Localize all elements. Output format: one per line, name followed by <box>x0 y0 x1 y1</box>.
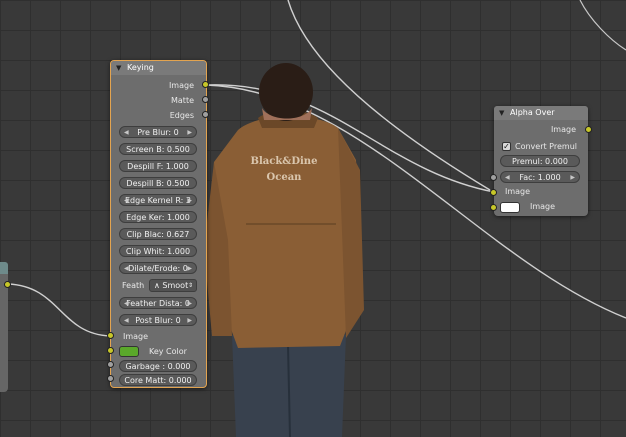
edge-kernel-tolerance-field[interactable]: Edge Ker: 1.000 <box>119 211 197 223</box>
feather-falloff-label: Feath <box>122 281 145 290</box>
edge-kernel-radius-field[interactable]: ◀ Edge Kernel R: 3 ▶ <box>119 194 197 206</box>
keying-input-core-socket[interactable] <box>107 375 114 382</box>
alpha-over-input-image-2-socket[interactable] <box>490 204 497 211</box>
garbage-matte-field[interactable]: Garbage : 0.000 <box>119 360 197 372</box>
keying-node[interactable]: ▼ Keying Image Matte Edges ◀ Pre Blur: 0… <box>110 60 207 388</box>
increment-arrow-icon[interactable]: ▶ <box>187 315 192 327</box>
alpha-over-output-socket[interactable] <box>585 126 592 133</box>
alpha-over-input-image-1-label: Image <box>505 187 531 196</box>
collapse-arrow-icon[interactable]: ▼ <box>116 61 121 75</box>
increment-arrow-icon[interactable]: ▶ <box>187 195 192 207</box>
fac-field[interactable]: ◀ Fac: 1.000 ▶ <box>500 171 580 183</box>
keyed-person-image <box>204 63 364 437</box>
keying-input-image-socket[interactable] <box>107 332 114 339</box>
head-shape <box>259 63 313 121</box>
convert-premul-checkbox[interactable]: ✓ <box>502 142 511 151</box>
keying-output-edges-socket[interactable] <box>202 111 209 118</box>
clip-black-field[interactable]: Clip Blac: 0.627 <box>119 228 197 240</box>
jacket-shape <box>210 116 360 348</box>
alpha-over-input-image-2-label: Image <box>530 202 556 211</box>
image-2-color-swatch[interactable] <box>500 202 520 213</box>
increment-arrow-icon[interactable]: ▶ <box>187 298 192 310</box>
alpha-over-fac-socket[interactable] <box>490 174 497 181</box>
premul-field[interactable]: Premul: 0.000 <box>500 155 580 167</box>
feather-falloff-dropdown[interactable]: ∧ Smoot ⇕ <box>149 279 197 292</box>
dropdown-arrows-icon: ⇕ <box>187 282 193 289</box>
output-edges-label: Edges <box>169 111 194 120</box>
output-image-label: Image <box>168 81 194 90</box>
key-color-label: Key Color <box>149 347 187 356</box>
dilate-erode-field[interactable]: ◀ Dilate/Erode: 0 ▶ <box>119 262 197 274</box>
shirt-print: Black&Dine Ocean <box>250 156 318 183</box>
decrement-arrow-icon[interactable]: ◀ <box>124 127 129 139</box>
screen-balance-field[interactable]: Screen B: 0.500 <box>119 143 197 155</box>
clip-white-field[interactable]: Clip Whit: 1.000 <box>119 245 197 257</box>
collapse-arrow-icon[interactable]: ▼ <box>499 106 504 120</box>
alpha-over-node[interactable]: ▼ Alpha Over Image ✓ Convert Premul Prem… <box>494 106 588 216</box>
despill-factor-field[interactable]: Despill F: 1.000 <box>119 160 197 172</box>
output-matte-label: Matte <box>171 96 194 105</box>
decrement-arrow-icon[interactable]: ◀ <box>124 263 129 275</box>
keying-node-header[interactable]: ▼ Keying <box>111 61 206 75</box>
alpha-over-input-image-1-socket[interactable] <box>490 189 497 196</box>
keying-input-keycolor-socket[interactable] <box>107 347 114 354</box>
keying-output-matte-socket[interactable] <box>202 96 209 103</box>
pre-blur-field[interactable]: ◀ Pre Blur: 0 ▶ <box>119 126 197 138</box>
post-blur-field[interactable]: ◀ Post Blur: 0 ▶ <box>119 314 197 326</box>
increment-arrow-icon[interactable]: ▶ <box>570 172 575 184</box>
keying-input-garbage-socket[interactable] <box>107 361 114 368</box>
keying-output-image-socket[interactable] <box>202 81 209 88</box>
increment-arrow-icon[interactable]: ▶ <box>187 127 192 139</box>
keying-node-title: Keying <box>127 63 154 72</box>
decrement-arrow-icon[interactable]: ◀ <box>124 298 129 310</box>
decrement-arrow-icon[interactable]: ◀ <box>124 315 129 327</box>
alpha-over-node-title: Alpha Over <box>510 108 555 117</box>
increment-arrow-icon[interactable]: ▶ <box>187 263 192 275</box>
input-image-label: Image <box>123 332 149 341</box>
despill-balance-field[interactable]: Despill B: 0.500 <box>119 177 197 189</box>
decrement-arrow-icon[interactable]: ◀ <box>505 172 510 184</box>
feather-distance-field[interactable]: ◀ Feather Dista: 0 ▶ <box>119 297 197 309</box>
core-matte-field[interactable]: Core Matt: 0.000 <box>119 374 197 386</box>
alpha-over-output-label: Image <box>550 125 576 134</box>
alpha-over-node-header[interactable]: ▼ Alpha Over <box>494 106 588 120</box>
convert-premul-label: Convert Premul <box>515 142 577 151</box>
decrement-arrow-icon[interactable]: ◀ <box>124 195 129 207</box>
key-color-swatch[interactable] <box>119 346 139 357</box>
